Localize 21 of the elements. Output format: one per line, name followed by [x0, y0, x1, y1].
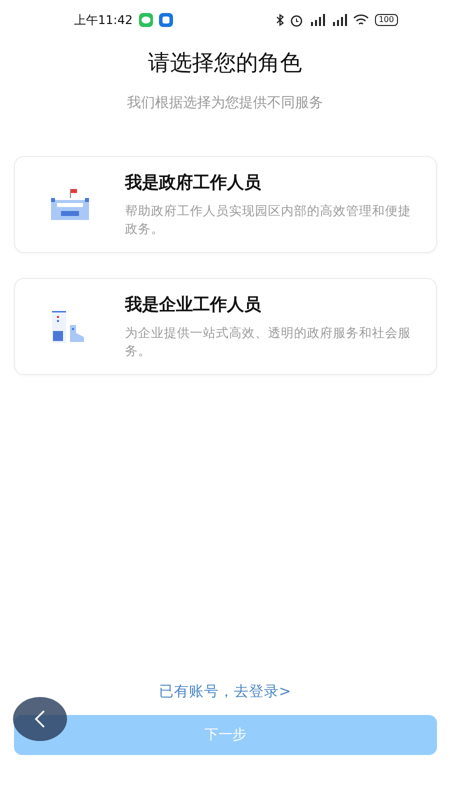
role-description: 帮助政府工作人员实现园区内部的高效管理和便捷政务。 [125, 202, 412, 238]
alarm-icon [290, 14, 303, 26]
page-title: 请选择您的角色 [147, 50, 303, 78]
status-time: 上午11:42 [74, 12, 133, 28]
battery-icon: 100 [374, 14, 398, 26]
role-description: 为企业提供一站式高效、透明的政府服务和社会服务。 [125, 324, 412, 360]
government-building-icon [50, 188, 90, 220]
back-button[interactable] [13, 697, 67, 741]
bluetooth-icon [276, 14, 284, 26]
signal-icon [308, 14, 325, 26]
back-chevron-icon [34, 709, 46, 729]
role-title: 我是企业工作人员 [125, 294, 262, 316]
chat-app-icon [138, 13, 153, 27]
wifi-icon [352, 14, 369, 26]
signal-icon [330, 14, 347, 26]
message-app-icon [158, 13, 173, 27]
page-subtitle: 我们根据选择为您提供不同服务 [126, 94, 324, 112]
role-card[interactable]: 我是政府工作人员 帮助政府工作人员实现园区内部的高效管理和便捷政务。 [14, 156, 437, 253]
role-card[interactable]: 我是企业工作人员 为企业提供一站式高效、透明的政府服务和社会服务。 [14, 278, 437, 375]
login-link[interactable]: 已有账号，去登录> [158, 682, 292, 701]
role-title: 我是政府工作人员 [125, 172, 262, 194]
